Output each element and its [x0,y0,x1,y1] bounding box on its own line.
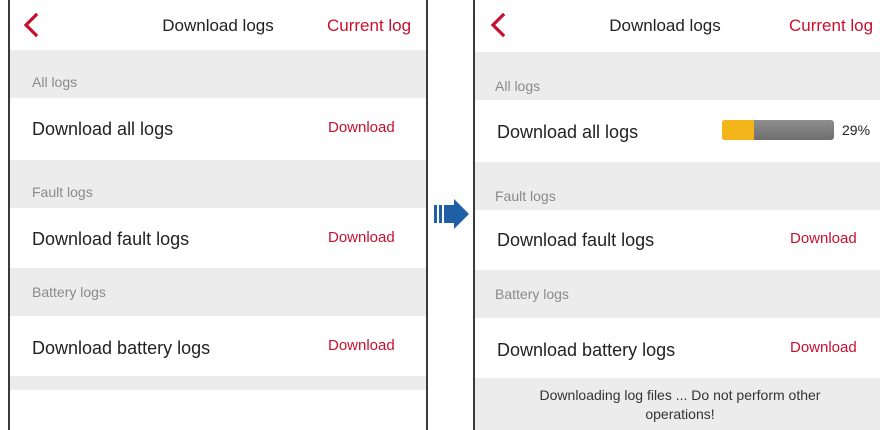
list-item-battery-logs: Download battery logs Download [10,316,426,376]
section-header-battery-logs: Battery logs [10,268,426,316]
download-fault-button[interactable]: Download [328,229,395,246]
right-arrow-icon [434,199,469,229]
row-label: Download fault logs [32,229,190,249]
list-item-all-logs: Download all logs Download [10,98,426,160]
progress-fill [722,120,755,140]
download-progress: 29% [722,120,870,140]
progress-track [722,120,834,140]
section-label: Fault logs [32,184,93,200]
section-label: All logs [32,74,78,90]
section-header-fault-logs: Fault logs [10,160,426,208]
status-notice-bar: Downloading log files ... Do not perform… [475,378,880,430]
section-label: Battery logs [495,286,569,302]
status-notice: Downloading log files ... Do not perform… [539,387,821,422]
download-battery-button[interactable]: Download [328,337,395,354]
section-label: Fault logs [495,188,556,204]
screen-after: Download logs Current log All logs Downl… [473,0,880,430]
page-title: Download logs [609,16,721,35]
download-all-button[interactable]: Download [328,119,395,136]
section-footer [10,376,426,390]
progress-percent: 29% [842,122,871,138]
section-label: Battery logs [32,284,106,300]
section-label: All logs [495,78,541,94]
list-item-fault-logs: Download fault logs Download [475,210,880,270]
row-label: Download battery logs [497,340,676,360]
screen-before: Download logs Current log All logs Downl… [8,0,428,430]
header: Download logs Current log [10,0,426,50]
current-log-button[interactable]: Current log [789,16,873,36]
list-item-battery-logs: Download battery logs Download [475,318,880,378]
list-item-all-logs: Download all logs 29% [475,100,880,162]
current-log-button[interactable]: Current log [327,16,411,36]
row-label: Download all logs [497,122,639,142]
section-header-all-logs: All logs [475,52,880,100]
header: Download logs Current log [475,0,880,50]
row-label: Download battery logs [32,338,211,358]
download-battery-button[interactable]: Download [790,339,857,356]
section-header-all-logs: All logs [10,50,426,98]
download-fault-button[interactable]: Download [790,230,857,247]
list-item-fault-logs: Download fault logs Download [10,208,426,268]
row-label: Download all logs [32,119,174,139]
section-header-fault-logs: Fault logs [475,162,880,210]
section-header-battery-logs: Battery logs [475,270,880,318]
row-label: Download fault logs [497,230,655,250]
